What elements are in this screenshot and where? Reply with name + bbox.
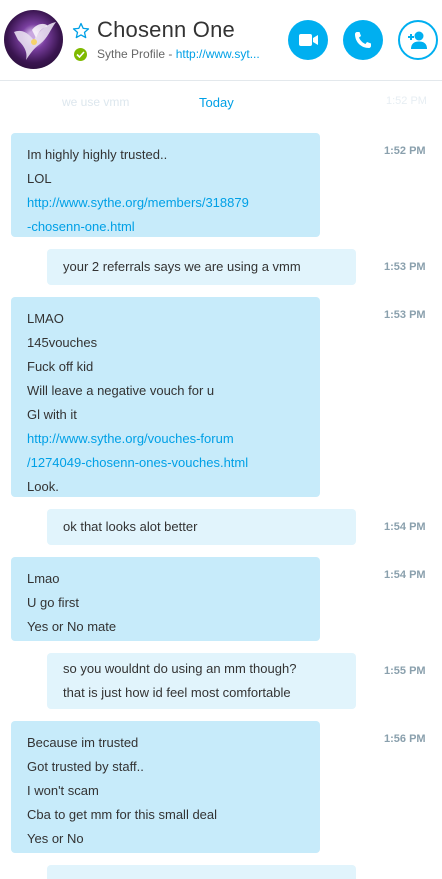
- partial-outgoing-message[interactable]: [47, 865, 356, 879]
- conversation-area[interactable]: we use vmm 1:52 PM Today Im highly highl…: [0, 81, 442, 879]
- faded-message-text: we use vmm: [62, 95, 130, 109]
- voice-call-button[interactable]: [343, 20, 383, 60]
- outgoing-message[interactable]: so you wouldnt do using an mm though? th…: [47, 653, 356, 709]
- message-line: Because im trusted: [27, 735, 139, 750]
- faded-message-time: 1:52 PM: [386, 95, 427, 107]
- outgoing-message[interactable]: your 2 referrals says we are using a vmm: [47, 249, 356, 285]
- contact-name: Chosenn One: [97, 17, 235, 42]
- message-line: Got trusted by staff..: [27, 759, 144, 774]
- message-time: 1:56 PM: [384, 733, 426, 745]
- phone-icon: [355, 32, 371, 48]
- incoming-message[interactable]: Because im trusted Got trusted by staff.…: [11, 721, 320, 853]
- message-link[interactable]: -chosenn-one.html: [27, 215, 304, 239]
- message-line: U go first: [27, 595, 80, 610]
- message-line: Fuck off kid: [27, 359, 94, 374]
- favorite-star-icon[interactable]: [72, 22, 90, 40]
- message-line: Yes or No mate: [27, 619, 117, 634]
- online-status-icon: [74, 48, 87, 61]
- message-line: Look.: [27, 479, 59, 494]
- add-participant-button[interactable]: [398, 20, 438, 60]
- message-line: Gl with it: [27, 407, 77, 422]
- message-line: I won't scam: [27, 783, 99, 798]
- message-line: LOL: [27, 171, 52, 186]
- message-time: 1:53 PM: [384, 309, 426, 321]
- message-time: 1:54 PM: [384, 521, 426, 533]
- date-divider: Today: [199, 95, 234, 110]
- message-line: that is just how id feel most comfortabl…: [63, 685, 291, 700]
- message-line: 145vouches: [27, 335, 98, 350]
- video-camera-icon: [299, 34, 318, 46]
- message-line: Will leave a negative vouch for u: [27, 383, 215, 398]
- profile-link[interactable]: http://www.syt...: [176, 47, 260, 61]
- message-line: Yes or No: [27, 831, 84, 846]
- message-line: Im highly highly trusted..: [27, 147, 168, 162]
- contact-avatar[interactable]: [4, 10, 63, 69]
- message-time: 1:55 PM: [384, 665, 426, 677]
- message-line: Cba to get mm for this small deal: [27, 807, 218, 822]
- message-line: your 2 referrals says we are using a vmm: [63, 259, 301, 274]
- message-line: so you wouldnt do using an mm though?: [63, 661, 297, 676]
- add-person-icon: [408, 31, 427, 49]
- message-link[interactable]: /1274049-chosenn-ones-vouches.html: [27, 451, 304, 475]
- message-time: 1:53 PM: [384, 261, 426, 273]
- message-line: ok that looks alot better: [63, 519, 198, 534]
- message-line: Lmao: [27, 571, 60, 586]
- incoming-message[interactable]: LMAO 145vouches Fuck off kid Will leave …: [11, 297, 320, 497]
- message-link[interactable]: http://www.sythe.org/members/318879: [27, 191, 304, 215]
- outgoing-message[interactable]: ok that looks alot better: [47, 509, 356, 545]
- message-link[interactable]: http://www.sythe.org/vouches-forum: [27, 427, 304, 451]
- profile-label: Sythe Profile -: [97, 47, 176, 61]
- contact-mood: Sythe Profile - http://www.syt...: [97, 47, 260, 61]
- message-line: LMAO: [27, 311, 64, 326]
- chat-header: Chosenn One Sythe Profile - http://www.s…: [0, 0, 442, 81]
- incoming-message[interactable]: Lmao U go first Yes or No mate: [11, 557, 320, 641]
- video-call-button[interactable]: [288, 20, 328, 60]
- message-time: 1:52 PM: [384, 145, 426, 157]
- message-time: 1:54 PM: [384, 569, 426, 581]
- incoming-message[interactable]: Im highly highly trusted.. LOL http://ww…: [11, 133, 320, 237]
